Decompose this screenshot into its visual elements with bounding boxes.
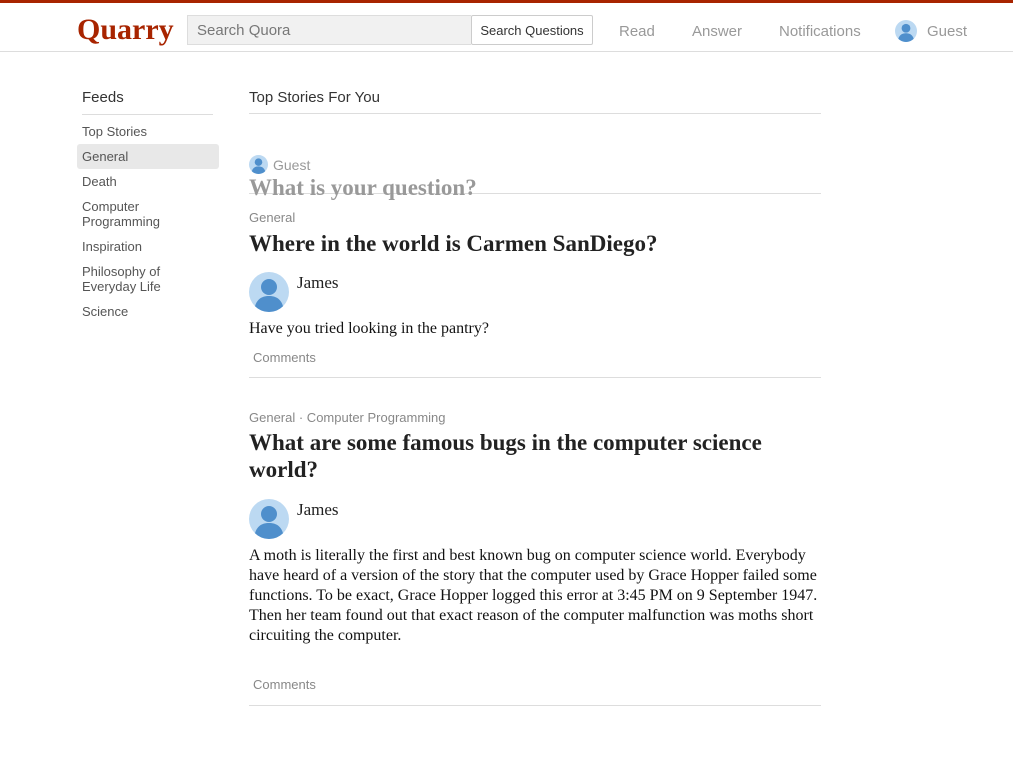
author-avatar-icon[interactable]: [249, 499, 289, 539]
story-answer-text: Have you tried looking in the pantry?: [249, 320, 489, 337]
story-author-name[interactable]: James: [297, 273, 339, 293]
nav-notifications-link[interactable]: Notifications: [779, 24, 861, 40]
quarry-logo[interactable]: Quarry: [77, 13, 174, 47]
story-topics[interactable]: General: [249, 210, 295, 225]
feeds-list: Top Stories General Death Computer Progr…: [77, 119, 219, 324]
sidebar-item-computer-programming[interactable]: Computer Programming: [77, 194, 219, 234]
ask-user-name: Guest: [273, 157, 311, 173]
nav-answer-link[interactable]: Answer: [692, 24, 742, 40]
sidebar-item-top-stories[interactable]: Top Stories: [77, 119, 219, 144]
nav-read-link[interactable]: Read: [619, 24, 655, 40]
sidebar-item-inspiration[interactable]: Inspiration: [77, 234, 219, 259]
search-questions-button[interactable]: Search Questions: [471, 15, 593, 45]
story-card: General · Computer Programming What are …: [249, 378, 821, 706]
user-name-link[interactable]: Guest: [927, 24, 967, 40]
comments-link[interactable]: Comments: [253, 350, 316, 365]
page-title: Top Stories For You: [249, 89, 821, 114]
user-avatar-icon: [249, 155, 268, 174]
story-question-link[interactable]: Where in the world is Carmen SanDiego?: [249, 230, 821, 257]
story-topics[interactable]: General · Computer Programming: [249, 410, 446, 425]
comments-link[interactable]: Comments: [253, 677, 316, 692]
story-author-name[interactable]: James: [297, 500, 339, 520]
story-answer-text: A moth is literally the first and best k…: [249, 547, 818, 644]
story-card: General Where in the world is Carmen San…: [249, 194, 821, 378]
feeds-heading: Feeds: [82, 89, 213, 115]
sidebar-item-philosophy[interactable]: Philosophy of Everyday Life: [77, 259, 219, 299]
user-avatar-icon[interactable]: [895, 20, 917, 42]
main-feed: Top Stories For You Guest What is your q…: [249, 89, 821, 706]
search-input[interactable]: [187, 15, 471, 45]
story-question-link[interactable]: What are some famous bugs in the compute…: [249, 429, 821, 483]
sidebar-item-science[interactable]: Science: [77, 299, 219, 324]
top-navigation-bar: Quarry Search Questions Read Answer Noti…: [0, 0, 1013, 52]
sidebar-item-death[interactable]: Death: [77, 169, 219, 194]
author-avatar-icon[interactable]: [249, 272, 289, 312]
sidebar-item-general[interactable]: General: [77, 144, 219, 169]
ask-question-box[interactable]: Guest What is your question?: [249, 114, 821, 200]
